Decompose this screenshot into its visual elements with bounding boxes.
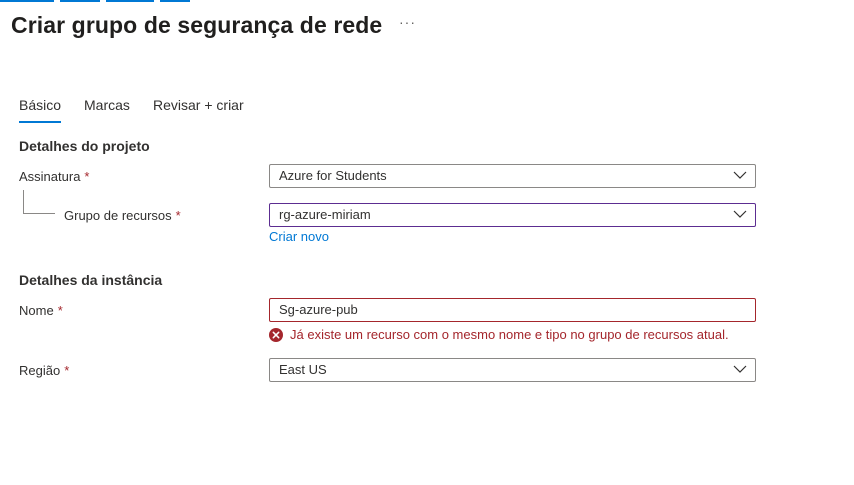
required-marker: * (57, 303, 63, 318)
subscription-label-text: Assinatura (19, 169, 81, 184)
breadcrumb[interactable] (0, 0, 240, 4)
name-label-text: Nome (19, 303, 54, 318)
required-marker: * (175, 208, 181, 223)
create-nsg-page: Criar grupo de segurança de rede ··· Bás… (0, 0, 854, 485)
region-dropdown[interactable]: East US (269, 358, 756, 382)
error-icon (269, 328, 283, 342)
resource-group-value: rg-azure-miriam (279, 207, 371, 222)
resource-group-label: Grupo de recursos * (64, 208, 181, 223)
resource-group-label-text: Grupo de recursos (64, 208, 172, 223)
tab-marcas[interactable]: Marcas (84, 97, 130, 123)
page-title: Criar grupo de segurança de rede (11, 12, 383, 38)
name-label: Nome * (19, 303, 63, 318)
instance-details-heading: Detalhes da instância (19, 272, 163, 288)
tab-basico[interactable]: Básico (19, 97, 62, 123)
resource-group-dropdown[interactable]: rg-azure-miriam (269, 203, 756, 227)
name-input[interactable]: Sg-azure-pub (269, 298, 756, 322)
chevron-down-icon (733, 365, 747, 373)
subscription-value: Azure for Students (279, 168, 387, 183)
chevron-down-icon (733, 171, 747, 179)
region-label: Região * (19, 363, 69, 378)
region-value: East US (279, 362, 327, 377)
region-label-text: Região (19, 363, 61, 378)
tree-connector-vertical (23, 190, 24, 214)
error-text: Já existe um recurso com o mesmo nome e … (290, 327, 729, 342)
subscription-dropdown[interactable]: Azure for Students (269, 164, 756, 188)
tree-connector-horizontal (23, 213, 55, 214)
required-marker: * (84, 169, 90, 184)
subscription-label: Assinatura * (19, 169, 89, 184)
more-options-icon[interactable]: ··· (399, 14, 416, 30)
tab-revisar-criar[interactable]: Revisar + criar (153, 97, 244, 123)
project-details-heading: Detalhes do projeto (19, 138, 150, 154)
create-new-resource-group-link[interactable]: Criar novo (269, 229, 329, 244)
chevron-down-icon (733, 210, 747, 218)
name-value: Sg-azure-pub (279, 302, 358, 317)
required-marker: * (64, 363, 70, 378)
